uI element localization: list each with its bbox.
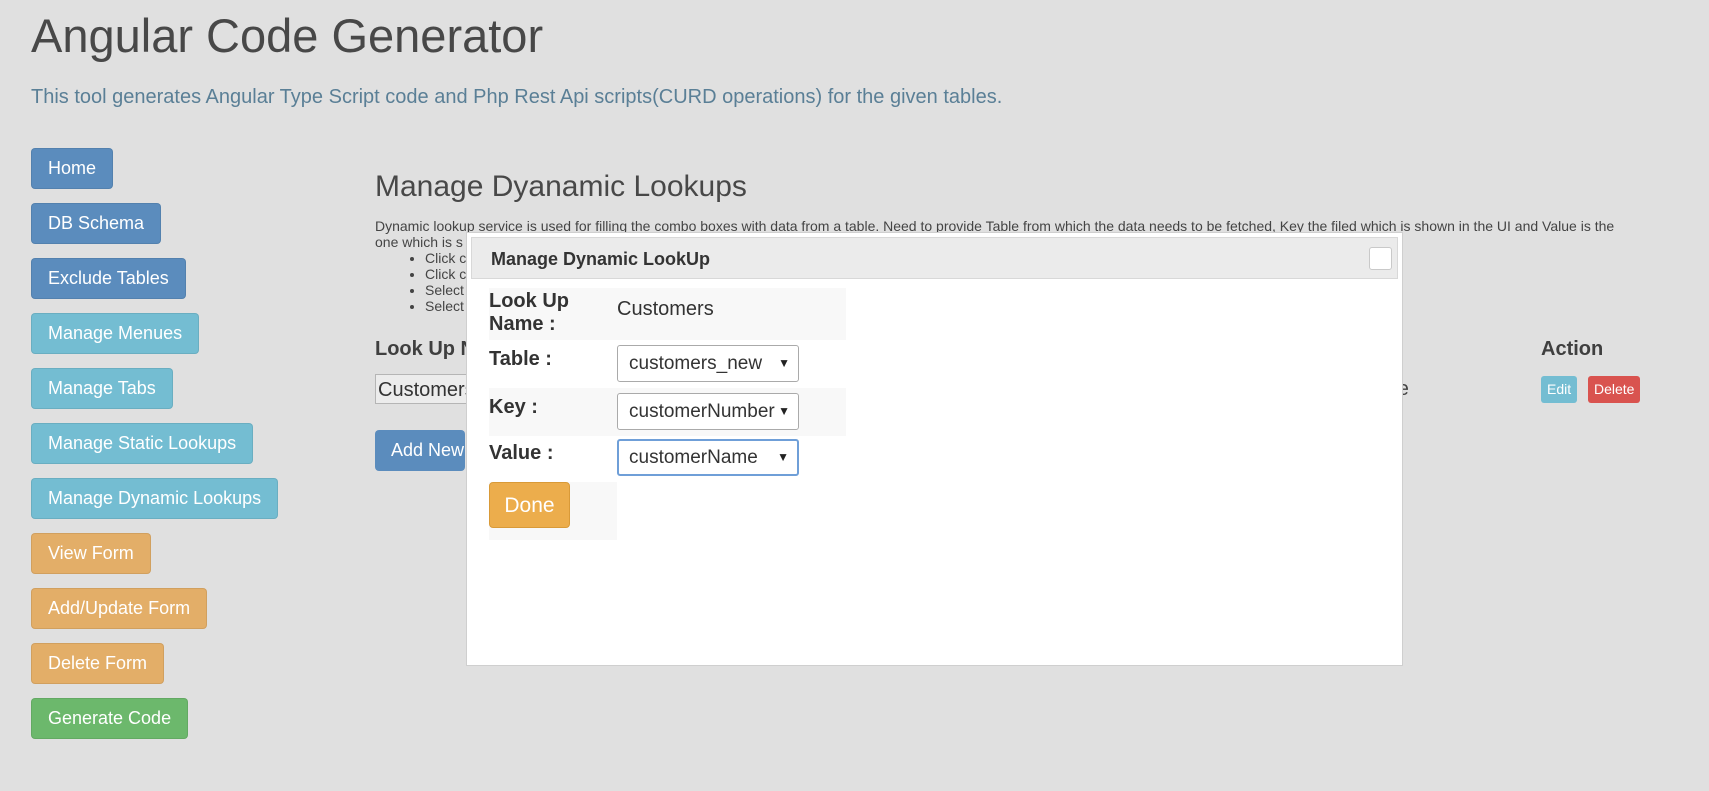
- modal-title: Manage Dynamic LookUp: [491, 249, 711, 269]
- nav-db-schema-button[interactable]: DB Schema: [31, 203, 162, 244]
- table-select-value: customers_new: [629, 353, 763, 374]
- form-row-value: Value : customerName ▼: [489, 436, 846, 482]
- nav-view-form-button[interactable]: View Form: [31, 533, 151, 574]
- table-field: customers_new ▼: [617, 340, 846, 388]
- value-select-value: customerName: [629, 447, 758, 468]
- value-label: Value :: [489, 442, 554, 464]
- nav-add-update-form-button[interactable]: Add/Update Form: [31, 588, 208, 629]
- nav-manage-menues-button[interactable]: Manage Menues: [31, 313, 200, 354]
- manage-lookup-modal: Manage Dynamic LookUp Look Up Name : Cus…: [466, 232, 1403, 666]
- modal-header: Manage Dynamic LookUp: [471, 237, 1398, 279]
- delete-button[interactable]: Delete: [1588, 376, 1641, 403]
- chevron-down-icon: ▼: [777, 450, 789, 464]
- close-icon[interactable]: [1369, 247, 1392, 270]
- column-header-lookup-name: Look Up N: [375, 338, 475, 360]
- form-row-table: Table : customers_new ▼: [489, 340, 846, 388]
- chevron-down-icon: ▼: [778, 404, 790, 418]
- column-header-action: Action: [1541, 338, 1604, 360]
- add-new-button[interactable]: Add New: [375, 430, 465, 471]
- form-row-done: Done: [489, 482, 617, 540]
- form-row-key: Key : customerNumber ▼: [489, 388, 846, 436]
- section-title: Manage Dyanamic Lookups: [375, 170, 747, 203]
- page-title: Angular Code Generator: [31, 9, 544, 62]
- nav-home-button[interactable]: Home: [31, 148, 114, 189]
- nav-delete-form-button[interactable]: Delete Form: [31, 643, 165, 684]
- value-select[interactable]: customerName ▼: [617, 439, 799, 476]
- table-label: Table :: [489, 348, 552, 370]
- key-field: customerNumber ▼: [617, 388, 846, 436]
- nav-exclude-tables-button[interactable]: Exclude Tables: [31, 258, 186, 299]
- nav-manage-dynamic-lookups-button[interactable]: Manage Dynamic Lookups: [31, 478, 279, 519]
- nav-manage-tabs-button[interactable]: Manage Tabs: [31, 368, 173, 409]
- form-row-lookup-name: Look Up Name : Customers: [489, 288, 846, 340]
- table-select[interactable]: customers_new ▼: [617, 345, 799, 382]
- lookup-name-field: Customers: [617, 288, 846, 340]
- key-select-value: customerNumber: [629, 401, 775, 422]
- nav-manage-static-lookups-button[interactable]: Manage Static Lookups: [31, 423, 254, 464]
- edit-button[interactable]: Edit: [1541, 376, 1578, 403]
- chevron-down-icon: ▼: [778, 356, 790, 370]
- page-subtitle: This tool generates Angular Type Script …: [31, 86, 1003, 108]
- lookup-name-label: Look Up Name :: [489, 288, 617, 340]
- lookup-name-value: Customers: [617, 298, 714, 320]
- key-label: Key :: [489, 388, 617, 436]
- value-field: customerName ▼: [617, 436, 846, 482]
- done-button[interactable]: Done: [489, 482, 570, 528]
- nav-generate-code-button[interactable]: Generate Code: [31, 698, 189, 739]
- key-select[interactable]: customerNumber ▼: [617, 393, 799, 430]
